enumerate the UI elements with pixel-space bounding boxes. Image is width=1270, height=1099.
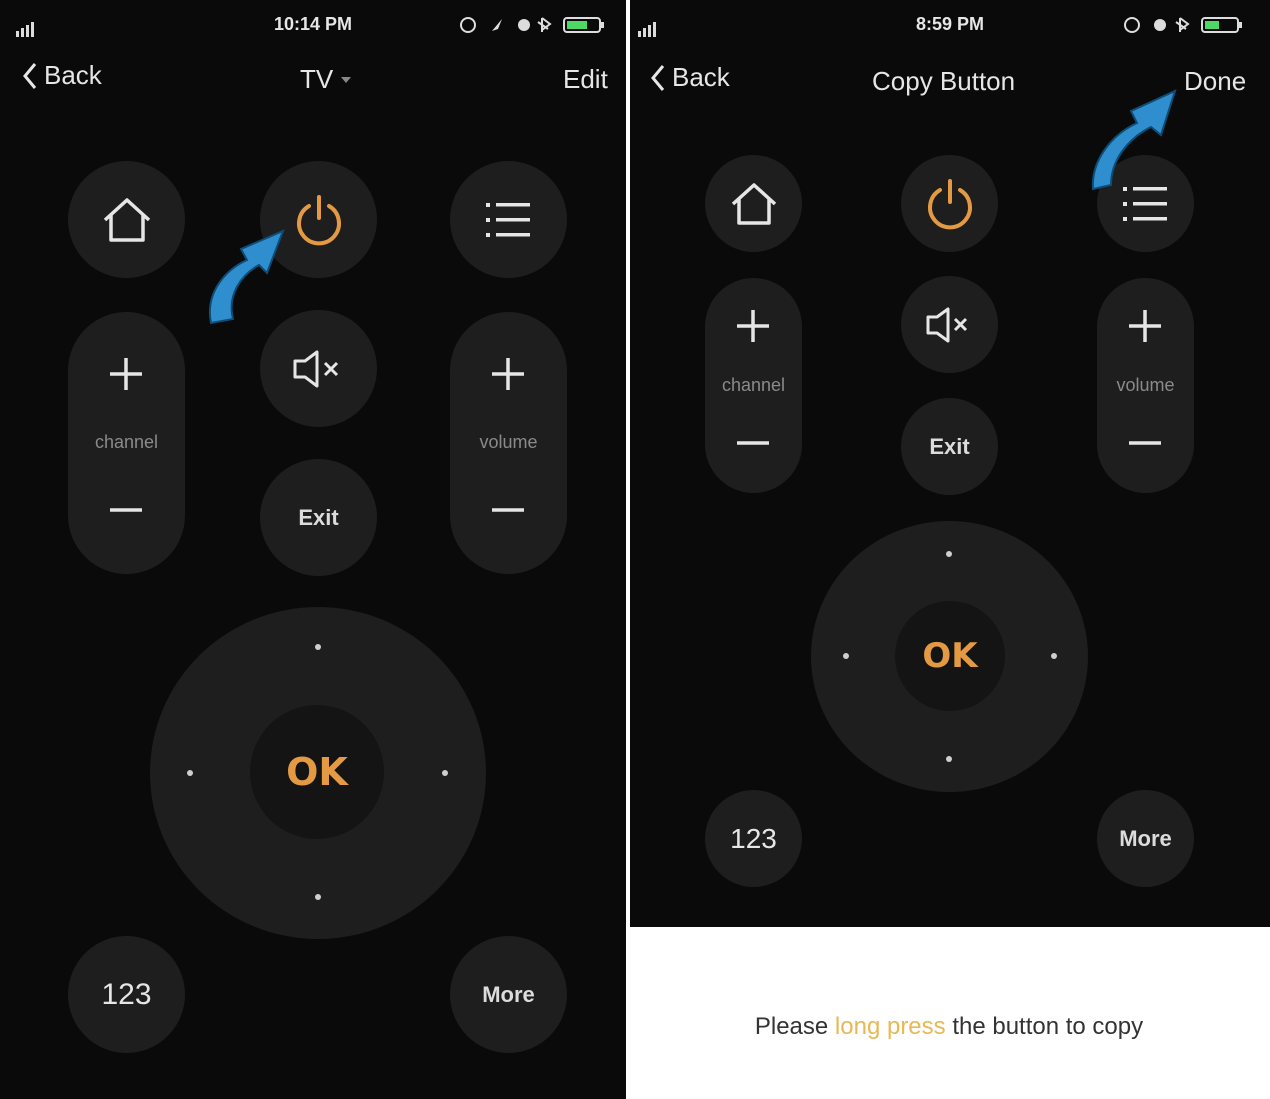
home-button[interactable] xyxy=(68,161,185,278)
more-button[interactable]: More xyxy=(450,936,567,1053)
volume-up-icon[interactable] xyxy=(490,356,526,392)
volume-rocker: volume xyxy=(450,312,567,574)
dpad-down[interactable] xyxy=(315,894,321,900)
channel-rocker: channel xyxy=(68,312,185,574)
home-icon xyxy=(103,197,150,242)
exit-label: Exit xyxy=(929,433,970,459)
title-label: TV xyxy=(300,64,334,94)
mute-button[interactable] xyxy=(901,276,998,373)
power-icon xyxy=(296,194,341,245)
dpad[interactable]: OK xyxy=(811,521,1088,792)
channel-up-icon[interactable] xyxy=(108,356,144,392)
numbers-label: 123 xyxy=(101,977,152,1011)
volume-rocker: volume xyxy=(1097,278,1194,493)
dropdown-icon xyxy=(341,76,352,83)
volume-label: volume xyxy=(479,432,538,452)
status-bar: 8:59 PM xyxy=(630,0,1270,48)
back-button[interactable]: Back xyxy=(22,60,102,91)
copy-hint: Please long press the button to copy xyxy=(628,1013,1270,1041)
numbers-label: 123 xyxy=(730,822,777,854)
exit-button[interactable]: Exit xyxy=(260,459,377,576)
channel-down-icon[interactable] xyxy=(108,492,144,528)
menu-button[interactable] xyxy=(450,161,567,278)
more-button[interactable]: More xyxy=(1097,790,1194,887)
home-button[interactable] xyxy=(705,155,802,252)
pointer-arrow-icon xyxy=(208,229,285,325)
ok-button[interactable]: OK xyxy=(895,601,1005,711)
volume-down-icon[interactable] xyxy=(490,492,526,528)
more-label: More xyxy=(1119,825,1172,851)
hint-after: the button to copy xyxy=(945,1013,1144,1040)
edit-button[interactable]: Edit xyxy=(563,64,608,95)
more-label: More xyxy=(482,981,535,1007)
status-icons xyxy=(460,17,604,33)
mute-icon xyxy=(293,350,338,387)
copy-hint-sheet: Please long press the button to copy xyxy=(628,927,1270,1099)
dpad-up[interactable] xyxy=(946,551,952,557)
back-label: Back xyxy=(44,60,102,90)
volume-down-icon[interactable] xyxy=(1127,425,1163,461)
home-icon xyxy=(731,182,776,225)
status-icons xyxy=(1124,17,1242,33)
numbers-button[interactable]: 123 xyxy=(68,936,185,1053)
hint-before: Please xyxy=(754,1013,835,1040)
exit-button[interactable]: Exit xyxy=(901,398,998,495)
chevron-left-icon xyxy=(23,62,37,89)
back-button[interactable]: Back xyxy=(650,62,730,93)
dpad-right[interactable] xyxy=(1051,653,1057,659)
power-button[interactable] xyxy=(901,155,998,252)
list-icon xyxy=(485,202,530,237)
done-button[interactable]: Done xyxy=(1184,66,1246,97)
channel-label: channel xyxy=(94,432,159,452)
ok-button[interactable]: OK xyxy=(250,705,384,839)
power-icon xyxy=(927,178,972,229)
volume-label: volume xyxy=(1116,375,1175,395)
dpad-right[interactable] xyxy=(442,770,448,776)
channel-label: channel xyxy=(721,375,786,395)
dpad-down[interactable] xyxy=(946,756,952,762)
page-title: Copy Button xyxy=(872,66,1016,96)
ok-label: OK xyxy=(922,636,978,676)
chevron-left-icon xyxy=(651,64,665,91)
dpad-up[interactable] xyxy=(315,644,321,650)
channel-up-icon[interactable] xyxy=(735,308,771,344)
volume-up-icon[interactable] xyxy=(1127,308,1163,344)
channel-down-icon[interactable] xyxy=(735,425,771,461)
channel-rocker: channel xyxy=(705,278,802,493)
left-screen: 10:14 PM Back TV Edit channel volume Exi… xyxy=(0,0,626,1099)
dpad-left[interactable] xyxy=(843,653,849,659)
mute-icon xyxy=(926,307,967,342)
pointer-arrow-icon xyxy=(1091,89,1177,191)
back-label: Back xyxy=(672,62,730,92)
numbers-button[interactable]: 123 xyxy=(705,790,802,887)
status-bar: 10:14 PM xyxy=(0,0,626,48)
dpad[interactable]: OK xyxy=(150,607,486,939)
dpad-left[interactable] xyxy=(187,770,193,776)
exit-label: Exit xyxy=(298,504,339,530)
ok-label: OK xyxy=(286,750,348,794)
device-title[interactable]: TV xyxy=(300,64,352,95)
hint-highlight: long press xyxy=(834,1013,946,1040)
navigation-bar: Back TV Edit xyxy=(0,52,626,108)
